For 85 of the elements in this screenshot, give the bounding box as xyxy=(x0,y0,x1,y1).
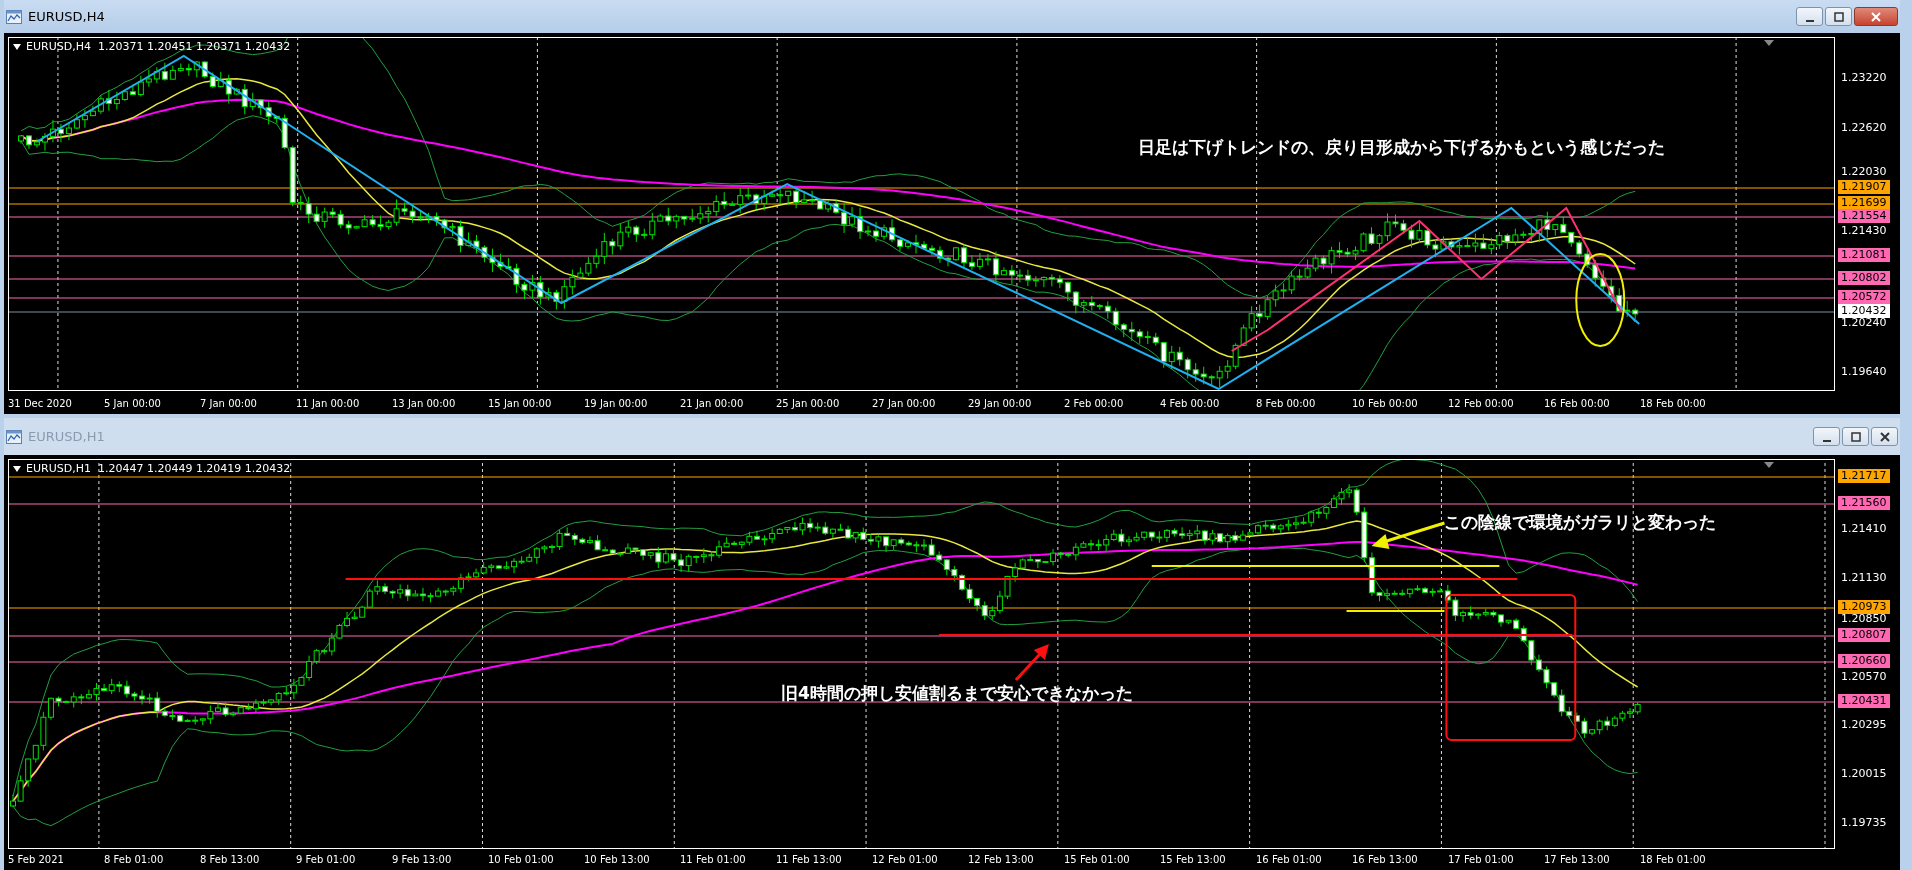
chart-header-text: EURUSD,H4 1.20371 1.20451 1.20371 1.20432 xyxy=(26,40,291,53)
time-axis-label: 4 Feb 00:00 xyxy=(1160,397,1221,411)
time-axis-label: 29 Jan 00:00 xyxy=(968,397,1033,411)
close-icon xyxy=(1879,431,1890,442)
arrow xyxy=(1014,644,1049,681)
price-tag: 1.21560 xyxy=(1838,496,1890,510)
price-axis-label: 1.23220 xyxy=(1841,71,1887,85)
time-axis-label: 12 Feb 13:00 xyxy=(968,853,1035,867)
annotation-text: この陰線で環境がガラリと変わった xyxy=(1444,511,1716,534)
time-axis-label: 15 Feb 01:00 xyxy=(1064,853,1131,867)
time-axis-label: 5 Jan 00:00 xyxy=(104,397,162,411)
time-axis-label: 11 Feb 13:00 xyxy=(776,853,843,867)
time-axis-label: 18 Feb 01:00 xyxy=(1640,853,1707,867)
price-axis-label: 1.22620 xyxy=(1841,121,1887,135)
close-icon xyxy=(1871,11,1881,22)
time-axis-label: 10 Feb 13:00 xyxy=(584,853,651,867)
price-tag: 1.21717 xyxy=(1838,469,1890,483)
price-axis-label: 1.19640 xyxy=(1841,365,1887,379)
time-axis-label: 15 Jan 00:00 xyxy=(488,397,553,411)
time-axis-label: 16 Feb 00:00 xyxy=(1544,397,1611,411)
time-axis-label: 5 Feb 2021 xyxy=(8,853,65,867)
time-axis-label: 21 Jan 00:00 xyxy=(680,397,745,411)
price-axis-label: 1.20240 xyxy=(1841,316,1887,330)
price-tag: 1.20660 xyxy=(1838,654,1890,668)
time-axis-label: 8 Feb 00:00 xyxy=(1256,397,1317,411)
time-axis-label: 8 Feb 01:00 xyxy=(104,853,165,867)
price-axis-label: 1.20850 xyxy=(1841,612,1887,626)
minimize-icon xyxy=(1822,439,1831,442)
price-tag: 1.20802 xyxy=(1838,271,1890,285)
price-tag: 1.21699 xyxy=(1838,196,1890,210)
close-button[interactable] xyxy=(1854,7,1898,26)
chart-shift-marker-icon[interactable] xyxy=(1764,462,1774,468)
time-axis-label: 17 Feb 13:00 xyxy=(1544,853,1611,867)
time-axis-label: 16 Feb 13:00 xyxy=(1352,853,1419,867)
time-axis-label: 25 Jan 00:00 xyxy=(776,397,841,411)
time-axis-label: 16 Feb 01:00 xyxy=(1256,853,1323,867)
maximize-icon xyxy=(1850,431,1861,442)
price-axis-label: 1.20295 xyxy=(1841,718,1887,732)
chart-window-icon xyxy=(6,428,22,445)
price-axis-label: 1.19735 xyxy=(1841,816,1887,830)
price-axis-label: 1.21130 xyxy=(1841,571,1887,585)
window-title: EURUSD,H4 xyxy=(28,9,105,24)
chart-shift-marker-icon[interactable] xyxy=(1764,40,1774,46)
price-tag: 1.21554 xyxy=(1838,209,1890,223)
price-tag: 1.20432 xyxy=(1838,304,1890,318)
window-title: EURUSD,H1 xyxy=(28,429,105,444)
price-axis-label: 1.20015 xyxy=(1841,767,1887,781)
time-axis-label: 27 Jan 00:00 xyxy=(872,397,937,411)
price-axis-label: 1.21410 xyxy=(1841,522,1887,536)
dropdown-triangle-icon[interactable] xyxy=(13,43,21,50)
minimize-icon xyxy=(1805,19,1814,22)
time-axis-label: 10 Feb 01:00 xyxy=(488,853,555,867)
price-axis-label: 1.20570 xyxy=(1841,670,1887,684)
price-axis-label: 1.21430 xyxy=(1841,224,1887,238)
time-axis-label: 9 Feb 13:00 xyxy=(392,853,453,867)
time-axis-label: 11 Feb 01:00 xyxy=(680,853,747,867)
annotation-text: 旧4時間の押し安値割るまで安心できなかった xyxy=(781,682,1133,705)
maximize-icon xyxy=(1833,11,1844,22)
annotation-text: 日足は下げトレンドの、戻り目形成から下げるかもという感じだった xyxy=(1138,136,1665,159)
price-axis-label: 1.22030 xyxy=(1841,165,1887,179)
price-tag: 1.20973 xyxy=(1838,600,1890,614)
minimize-button[interactable] xyxy=(1796,7,1823,26)
dropdown-triangle-icon[interactable] xyxy=(13,465,21,472)
time-axis-label: 11 Jan 00:00 xyxy=(296,397,361,411)
chart-window-icon xyxy=(6,8,22,25)
time-axis-label: 15 Feb 13:00 xyxy=(1160,853,1227,867)
time-axis-label: 12 Feb 01:00 xyxy=(872,853,939,867)
time-axis-label: 8 Feb 13:00 xyxy=(200,853,261,867)
time-axis-label: 2 Feb 00:00 xyxy=(1064,397,1125,411)
time-axis-label: 13 Jan 00:00 xyxy=(392,397,457,411)
time-axis-label: 31 Dec 2020 xyxy=(8,397,73,411)
price-tag: 1.20807 xyxy=(1838,628,1890,642)
time-axis-label: 12 Feb 00:00 xyxy=(1448,397,1515,411)
chart-header-text: EURUSD,H1 1.20447 1.20449 1.20419 1.20432 xyxy=(26,462,291,475)
time-axis-label: 10 Feb 00:00 xyxy=(1352,397,1419,411)
time-axis-label: 9 Feb 01:00 xyxy=(296,853,357,867)
price-tag: 1.20431 xyxy=(1838,694,1890,708)
time-axis-label: 17 Feb 01:00 xyxy=(1448,853,1515,867)
time-axis-label: 18 Feb 00:00 xyxy=(1640,397,1707,411)
price-tag: 1.20572 xyxy=(1838,290,1890,304)
maximize-button[interactable] xyxy=(1825,7,1852,26)
price-tag: 1.21907 xyxy=(1838,180,1890,194)
time-axis-label: 7 Jan 00:00 xyxy=(200,397,258,411)
time-axis-label: 19 Jan 00:00 xyxy=(584,397,649,411)
price-tag: 1.21081 xyxy=(1838,248,1890,262)
